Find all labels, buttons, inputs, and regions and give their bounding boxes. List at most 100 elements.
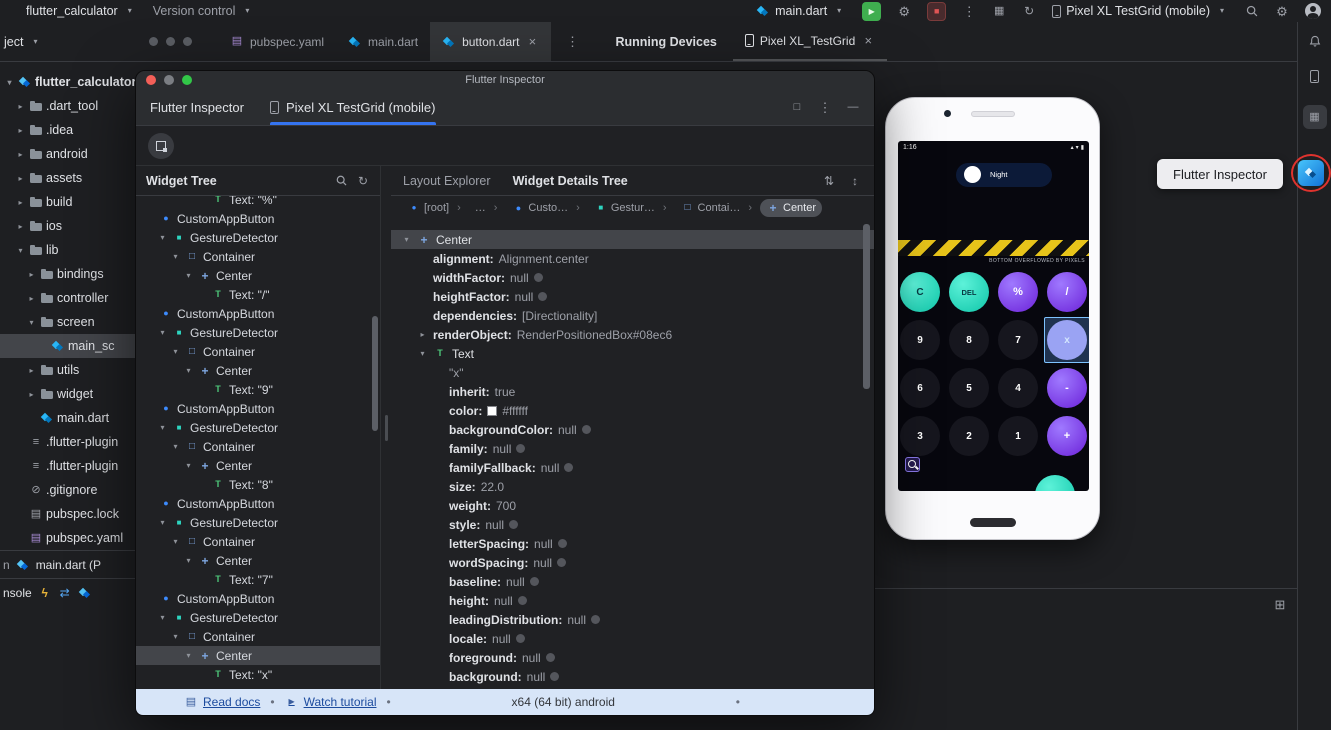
refresh-tree-icon[interactable] bbox=[356, 174, 370, 188]
tab-layout-explorer[interactable]: Layout Explorer bbox=[403, 174, 491, 188]
user-avatar[interactable] bbox=[1305, 3, 1321, 19]
project-tree-row[interactable]: .flutter-plugin bbox=[0, 454, 135, 478]
lightning-bolt-icon[interactable] bbox=[38, 586, 52, 600]
widget-tree-row[interactable]: Container bbox=[136, 342, 380, 361]
calculator-key[interactable]: DEL bbox=[949, 272, 989, 312]
more-actions-icon[interactable] bbox=[962, 4, 976, 18]
detail-row[interactable]: size: 22.0 bbox=[391, 477, 874, 496]
project-tree-row[interactable]: .idea bbox=[0, 118, 135, 142]
notifications-bell-icon[interactable] bbox=[1308, 34, 1322, 48]
project-tree-row[interactable]: main.dart bbox=[0, 406, 135, 430]
project-tree-row[interactable]: main_sc bbox=[0, 334, 135, 358]
project-tree-row[interactable]: flutter_calculator bbox=[0, 70, 135, 94]
watch-tutorial-link[interactable]: Watch tutorial bbox=[285, 695, 377, 709]
widget-tree-row[interactable]: Center bbox=[136, 456, 380, 475]
project-tree-row[interactable]: bindings bbox=[0, 262, 135, 286]
console-tab-label[interactable]: nsole bbox=[3, 586, 32, 600]
calculator-key[interactable]: 3 bbox=[900, 416, 940, 456]
breadcrumb-item[interactable]: Gestur… bbox=[588, 199, 673, 217]
window-titlebar[interactable]: Flutter Inspector bbox=[136, 71, 874, 89]
tree-chevron-icon[interactable] bbox=[15, 102, 26, 111]
detail-row[interactable]: wordSpacing: null bbox=[391, 553, 874, 572]
project-selector[interactable]: flutter_calculator bbox=[26, 4, 137, 18]
project-tree-row[interactable]: .flutter-plugin bbox=[0, 430, 135, 454]
flutter-inspector-action-icon[interactable] bbox=[1298, 160, 1324, 186]
project-tree-row[interactable]: build bbox=[0, 190, 135, 214]
detail-row[interactable]: color: #ffffff bbox=[391, 401, 874, 420]
widget-tree-row[interactable]: Text: "/" bbox=[136, 285, 380, 304]
device-selector[interactable]: Pixel XL TestGrid (mobile) bbox=[1052, 4, 1229, 18]
widget-tree-row[interactable]: Container bbox=[136, 247, 380, 266]
zoom-button[interactable] bbox=[183, 37, 192, 46]
widget-tree-row[interactable]: GestureDetector bbox=[136, 323, 380, 342]
widget-tree-row[interactable]: GestureDetector bbox=[136, 228, 380, 247]
widget-tree-row[interactable]: GestureDetector bbox=[136, 513, 380, 532]
breadcrumb-item[interactable]: Contai… bbox=[675, 199, 758, 217]
detail-row[interactable]: dependencies: [Directionality] bbox=[391, 306, 874, 325]
tree-chevron-icon[interactable] bbox=[170, 347, 181, 356]
sync-icon[interactable] bbox=[1022, 4, 1036, 18]
detail-row[interactable]: foreground: null bbox=[391, 648, 874, 667]
widget-tree-row[interactable]: Text: "7" bbox=[136, 570, 380, 589]
close-button[interactable] bbox=[149, 37, 158, 46]
widget-tree-row[interactable]: Center bbox=[136, 646, 380, 665]
editor-tab[interactable]: pubspec.yaml bbox=[218, 22, 336, 61]
detail-row[interactable]: leadingDistribution: null bbox=[391, 610, 874, 629]
tab-flutter-inspector[interactable]: Flutter Inspector bbox=[150, 89, 244, 125]
widget-tree-row[interactable]: GestureDetector bbox=[136, 418, 380, 437]
vcs-selector[interactable]: Version control bbox=[153, 4, 255, 18]
tree-chevron-icon[interactable] bbox=[183, 556, 194, 565]
widget-tree-row[interactable]: CustomAppButton bbox=[136, 399, 380, 418]
search-everywhere-icon[interactable] bbox=[1245, 4, 1259, 18]
detail-row[interactable]: "x" bbox=[391, 363, 874, 382]
calculator-key[interactable]: 5 bbox=[949, 368, 989, 408]
detail-row[interactable]: alignment: Alignment.center bbox=[391, 249, 874, 268]
detail-row[interactable]: locale: null bbox=[391, 629, 874, 648]
widget-tree-row[interactable]: CustomAppButton bbox=[136, 589, 380, 608]
tree-chevron-icon[interactable] bbox=[183, 651, 194, 660]
widget-tree-row[interactable]: CustomAppButton bbox=[136, 209, 380, 228]
widget-tree-row[interactable]: CustomAppButton bbox=[136, 494, 380, 513]
compare-icon[interactable] bbox=[58, 586, 72, 600]
tree-chevron-icon[interactable] bbox=[183, 271, 194, 280]
device-tab[interactable]: Pixel XL_TestGrid bbox=[733, 22, 887, 61]
float-mode-icon[interactable] bbox=[790, 100, 804, 114]
minimize-button[interactable] bbox=[166, 37, 175, 46]
stop-button[interactable] bbox=[927, 2, 946, 21]
calculator-key[interactable]: x bbox=[1047, 320, 1087, 360]
widget-tree-row[interactable]: CustomAppButton bbox=[136, 304, 380, 323]
detail-row[interactable]: background: null bbox=[391, 667, 874, 686]
tree-chevron-icon[interactable] bbox=[15, 150, 26, 159]
tree-chevron-icon[interactable] bbox=[170, 252, 181, 261]
zoom-button[interactable] bbox=[182, 75, 192, 85]
detail-row[interactable]: familyFallback: null bbox=[391, 458, 874, 477]
tree-chevron-icon[interactable] bbox=[26, 390, 37, 399]
tree-chevron-icon[interactable] bbox=[157, 613, 168, 622]
tree-chevron-icon[interactable] bbox=[157, 518, 168, 527]
hide-icon[interactable] bbox=[846, 100, 860, 114]
project-tree-row[interactable]: .dart_tool bbox=[0, 94, 135, 118]
detail-row[interactable]: letterSpacing: null bbox=[391, 534, 874, 553]
build-settings-icon[interactable] bbox=[897, 4, 911, 18]
project-tree-row[interactable]: pubspec.lock bbox=[0, 502, 135, 526]
tree-chevron-icon[interactable] bbox=[157, 423, 168, 432]
equals-key[interactable] bbox=[1035, 475, 1075, 491]
run-button[interactable] bbox=[862, 2, 881, 21]
project-tree-row[interactable]: android bbox=[0, 142, 135, 166]
device-manager-icon[interactable] bbox=[1310, 70, 1319, 83]
calculator-key[interactable]: + bbox=[1047, 416, 1087, 456]
expand-all-icon[interactable] bbox=[822, 174, 836, 188]
breadcrumb-item[interactable]: Center bbox=[760, 199, 822, 217]
running-devices-toolwindow-icon[interactable] bbox=[1303, 105, 1327, 129]
tree-chevron-icon[interactable] bbox=[417, 330, 428, 339]
breadcrumb-item[interactable]: [root] bbox=[401, 199, 467, 217]
layout-tools-icon[interactable] bbox=[992, 4, 1006, 18]
calculator-key[interactable]: 4 bbox=[998, 368, 1038, 408]
widget-tree-row[interactable]: Container bbox=[136, 532, 380, 551]
detail-row[interactable]: height: null bbox=[391, 591, 874, 610]
run-configuration-selector[interactable]: main.dart bbox=[756, 4, 846, 18]
close-tab-icon[interactable] bbox=[861, 34, 875, 48]
project-tree-row[interactable]: .gitignore bbox=[0, 478, 135, 502]
run-tab-label[interactable]: main.dart (P bbox=[36, 558, 101, 572]
tree-chevron-icon[interactable] bbox=[15, 246, 26, 255]
